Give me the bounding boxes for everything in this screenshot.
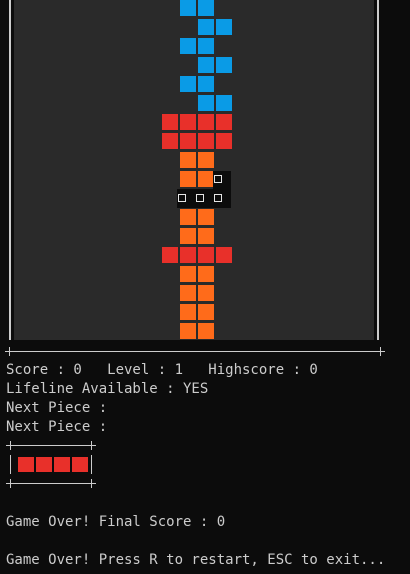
board-corner-left <box>5 347 14 356</box>
cyan-block <box>198 57 214 73</box>
cyan-block <box>198 0 214 16</box>
next-piece-label: Next Piece : <box>6 400 108 416</box>
next-box-top-border <box>14 445 88 446</box>
next-box-left-border <box>10 455 11 474</box>
red-block <box>162 114 178 130</box>
orange-block <box>198 266 214 282</box>
orange-block <box>198 285 214 301</box>
board-corner-right <box>376 347 385 356</box>
board-right-wall <box>377 0 379 340</box>
red-block <box>198 247 214 263</box>
orange-block <box>198 171 214 187</box>
board-left-wall <box>9 0 11 340</box>
cyan-block <box>180 38 196 54</box>
ghost-piece-marker <box>214 175 222 183</box>
ghost-piece-marker <box>196 194 204 202</box>
orange-block <box>180 152 196 168</box>
ghost-piece-marker <box>178 194 186 202</box>
next-piece-block <box>36 457 52 472</box>
red-block <box>180 114 196 130</box>
orange-block <box>180 285 196 301</box>
red-block <box>198 133 214 149</box>
next-box-bottom-border <box>14 483 88 484</box>
cyan-block <box>216 19 232 35</box>
next-piece-block <box>54 457 70 472</box>
next-box-corner-br <box>87 479 96 488</box>
next-piece-block <box>72 457 88 472</box>
restart-prompt: Game Over! Press R to restart, ESC to ex… <box>6 552 386 568</box>
board-bottom-border <box>10 351 382 352</box>
orange-block <box>198 152 214 168</box>
cyan-block <box>198 95 214 111</box>
next-piece-block <box>18 457 34 472</box>
red-block <box>216 247 232 263</box>
ghost-piece-marker <box>214 194 222 202</box>
orange-block <box>180 228 196 244</box>
red-block <box>162 247 178 263</box>
game-over-final-score: Game Over! Final Score : 0 <box>6 514 226 530</box>
orange-block <box>180 171 196 187</box>
red-block <box>216 114 232 130</box>
cyan-block <box>180 76 196 92</box>
orange-block <box>180 323 196 339</box>
orange-block <box>198 304 214 320</box>
orange-block <box>180 266 196 282</box>
cyan-block <box>198 19 214 35</box>
next-box-right-border <box>91 455 92 474</box>
next-piece-label-repeat: Next Piece : <box>6 419 108 435</box>
cyan-block <box>198 76 214 92</box>
red-block <box>180 247 196 263</box>
orange-block <box>198 228 214 244</box>
red-block <box>216 133 232 149</box>
red-block <box>162 133 178 149</box>
cyan-block <box>216 57 232 73</box>
orange-block <box>180 304 196 320</box>
cyan-block <box>198 38 214 54</box>
orange-block <box>198 323 214 339</box>
orange-block <box>198 209 214 225</box>
lifeline-status: Lifeline Available : YES <box>6 381 209 397</box>
orange-block <box>180 209 196 225</box>
red-block <box>180 133 196 149</box>
red-block <box>198 114 214 130</box>
next-box-corner-tr <box>87 441 96 450</box>
score-line: Score : 0 Level : 1 Highscore : 0 <box>6 362 318 378</box>
cyan-block <box>180 0 196 16</box>
cyan-block <box>216 95 232 111</box>
